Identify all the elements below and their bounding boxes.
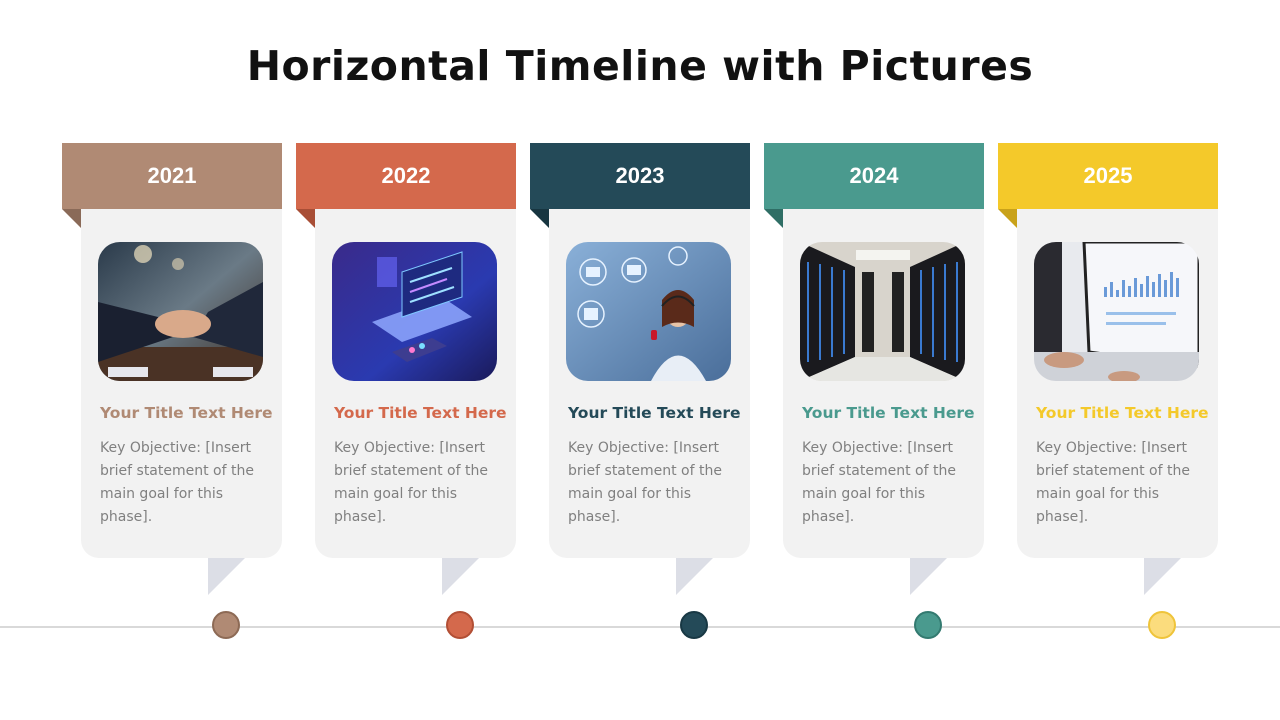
card-pointer [442,558,479,595]
timeline-phase-2025: 2025 Your Title Text Here Key Objective:… [998,143,1220,643]
phase-title: Your Title Text Here [802,404,975,422]
timeline-marker [680,611,708,639]
phase-description: Key Objective: [Insert brief statement o… [100,440,254,525]
phase-description: Key Objective: [Insert brief statement o… [334,440,488,525]
card-pointer [208,558,245,595]
customer-support-headset-photo [566,242,731,381]
year-banner: 2023 [530,143,750,209]
phase-card: Your Title Text Here Key Objective: [Ins… [783,209,984,558]
card-pointer [910,558,947,595]
phase-title: Your Title Text Here [100,404,273,422]
business-handshake-photo [98,242,263,381]
timeline-marker [446,611,474,639]
timeline-marker [914,611,942,639]
phase-card: Your Title Text Here Key Objective: [Ins… [81,209,282,558]
phase-title: Your Title Text Here [568,404,741,422]
year-banner: 2021 [62,143,282,209]
banner-fold [62,209,81,228]
year-label: 2023 [615,163,665,188]
card-pointer [676,558,713,595]
slide-title: Horizontal Timeline with Pictures [246,42,1034,90]
analytics-monitor-photo [1034,242,1199,381]
timeline-phase-2024: 2024 Your Title Text Here Key Objective:… [764,143,986,643]
phase-description: Key Objective: [Insert brief statement o… [1036,440,1190,525]
timeline-phase-2022: 2022 Your Title Text Here Key Objective:… [296,143,518,643]
phase-card: Your Title Text Here Key Objective: [Ins… [549,209,750,558]
year-banner: 2025 [998,143,1218,209]
server-room-photo [800,242,965,381]
year-label: 2025 [1083,163,1133,188]
phase-title: Your Title Text Here [334,404,507,422]
phase-card: Your Title Text Here Key Objective: [Ins… [315,209,516,558]
banner-fold [764,209,783,228]
banner-fold [530,209,549,228]
banner-fold [296,209,315,228]
year-label: 2022 [381,163,431,188]
phase-card: Your Title Text Here Key Objective: [Ins… [1017,209,1218,558]
year-label: 2024 [849,163,899,188]
phase-description: Key Objective: [Insert brief statement o… [802,440,956,525]
timeline-phase-2021: 2021 Your Title Text Here Key Objective:… [62,143,284,643]
timeline-phase-2023: 2023 Your Title Text Here Key Objective:… [530,143,752,643]
timeline-marker [1148,611,1176,639]
year-label: 2021 [147,163,197,188]
phase-title: Your Title Text Here [1036,404,1209,422]
phase-description: Key Objective: [Insert brief statement o… [568,440,722,525]
banner-fold [998,209,1017,228]
year-banner: 2024 [764,143,984,209]
year-banner: 2022 [296,143,516,209]
card-pointer [1144,558,1181,595]
timeline-marker [212,611,240,639]
isometric-laptop-code-photo [332,242,497,381]
